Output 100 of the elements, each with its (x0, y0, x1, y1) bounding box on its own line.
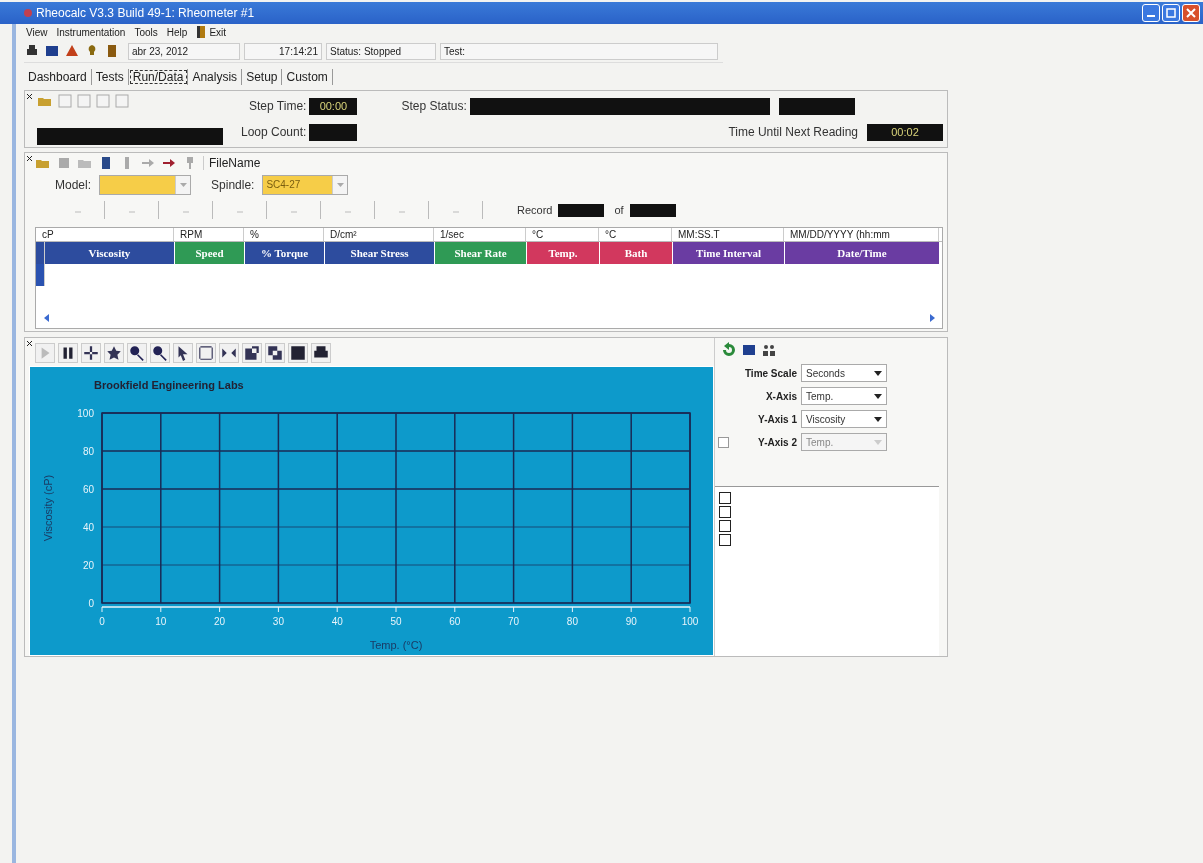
column-unit: RPM (174, 228, 244, 241)
refresh-icon[interactable] (721, 342, 737, 358)
setting-label: X-Axis (765, 390, 797, 402)
zoom-out-icon[interactable] (127, 343, 147, 363)
selection-icon[interactable] (196, 343, 216, 363)
setting-label: Y-Axis 2 (758, 436, 797, 448)
legend-checkbox[interactable] (719, 534, 731, 546)
tick-label: 60 (449, 616, 461, 627)
properties-icon[interactable] (242, 343, 262, 363)
setting-dropdown[interactable]: Seconds (801, 364, 887, 382)
tick-label: 60 (82, 484, 94, 495)
tab[interactable]: Setup (242, 69, 283, 85)
close-button[interactable] (1182, 4, 1200, 22)
column-unit: % (244, 228, 324, 241)
tab[interactable]: Custom (282, 69, 333, 85)
column-unit: 1/sec (434, 228, 526, 241)
warning-icon[interactable] (64, 43, 80, 59)
people-icon[interactable] (761, 342, 777, 358)
caret-icon (874, 416, 882, 422)
maximize-icon (1166, 8, 1176, 18)
status-field: Status: Stopped (326, 42, 436, 60)
dash-icon (127, 208, 136, 215)
tick-label: 80 (82, 446, 94, 457)
caret-icon (874, 439, 882, 445)
of-label: of (614, 204, 624, 216)
close-icon[interactable] (26, 155, 33, 162)
dash-icon (343, 208, 352, 215)
caret-icon (874, 393, 882, 399)
tick-label: 50 (390, 616, 402, 627)
record-label: Record (517, 204, 553, 216)
dash-icon (289, 208, 298, 215)
pause-icon[interactable] (58, 343, 78, 363)
column-unit: °C (526, 228, 599, 241)
dash-icon (181, 208, 190, 215)
setting-dropdown[interactable]: Viscosity (801, 410, 887, 428)
window-title: Rheocalc V3.3 Build 49-1: Rheometer #1 (36, 6, 256, 20)
exit-menu-item[interactable]: Exit (196, 25, 227, 39)
tick-label: 20 (214, 616, 226, 627)
column-header[interactable]: Time Interval (673, 242, 785, 264)
pointer-icon[interactable] (173, 343, 193, 363)
chart-title: Brookfield Engineering Labs (94, 379, 244, 391)
app-icon (24, 9, 32, 17)
fit-icon[interactable] (219, 343, 239, 363)
tab[interactable]: Analysis (188, 69, 243, 85)
tab[interactable]: Run/Data (128, 69, 189, 85)
close-icon (1186, 8, 1196, 18)
tick-label: 0 (99, 616, 105, 627)
tick-label: 100 (77, 408, 94, 419)
total-display (629, 203, 676, 217)
dash-icon (397, 208, 406, 215)
crosshair-icon[interactable] (81, 343, 101, 363)
tick-label: 40 (331, 616, 343, 627)
setting-label: Time Scale (744, 367, 797, 379)
legend-checkbox[interactable] (719, 506, 731, 518)
printer-icon[interactable] (311, 343, 331, 363)
column-header[interactable]: Temp. (527, 242, 600, 264)
star-icon[interactable] (104, 343, 124, 363)
menu-item[interactable]: View (26, 26, 48, 38)
row-selector[interactable] (36, 264, 45, 286)
file-name: FileName (203, 156, 261, 170)
minimize-button[interactable] (1142, 4, 1160, 22)
tick-label: 20 (82, 560, 94, 571)
tick-label: 100 (681, 616, 699, 627)
spindle-label: Spindle: (211, 178, 255, 192)
row-selector[interactable] (36, 242, 45, 264)
copy-icon[interactable] (265, 343, 285, 363)
model-label: Model: (55, 178, 92, 192)
setting-label: Y-Axis 1 (758, 413, 797, 425)
dash-icon (235, 208, 244, 215)
loop-count-display (309, 123, 358, 141)
next-reading-label: Time Until Next Reading (728, 125, 858, 139)
column-header[interactable]: Shear Rate (435, 242, 527, 264)
column-header[interactable]: Bath (600, 242, 673, 264)
zoom-in-icon[interactable] (150, 343, 170, 363)
maximize-button[interactable] (1162, 4, 1180, 22)
close-icon[interactable] (26, 93, 33, 100)
column-header[interactable]: Date/Time (785, 242, 940, 264)
caret-icon (874, 370, 882, 376)
tab[interactable]: Tests (91, 69, 129, 85)
column-header[interactable]: Viscosity (45, 242, 175, 264)
menu-item[interactable]: Help (166, 26, 188, 38)
column-unit: °C (599, 228, 672, 241)
tab[interactable]: Dashboard (24, 69, 92, 85)
caret-icon (336, 183, 344, 187)
column-header[interactable]: Shear Stress (325, 242, 435, 264)
menu-item[interactable]: Tools (134, 26, 158, 38)
step-time-display: 00:00 (309, 97, 358, 115)
window-icon[interactable] (44, 43, 60, 59)
column-header[interactable]: % Torque (245, 242, 325, 264)
column-unit: MM:SS.T (672, 228, 784, 241)
tick-label: 30 (272, 616, 284, 627)
loop-count-label: Loop Count: (241, 125, 307, 139)
legend-checkbox[interactable] (719, 520, 731, 532)
legend-checkbox[interactable] (719, 492, 731, 504)
window-icon[interactable] (741, 342, 757, 358)
setting-dropdown[interactable]: Temp. (801, 387, 887, 405)
menu-item[interactable]: Instrumentation (56, 26, 126, 38)
column-header[interactable]: Speed (175, 242, 245, 264)
close-icon[interactable] (26, 340, 33, 347)
tick-label: 90 (625, 616, 637, 627)
